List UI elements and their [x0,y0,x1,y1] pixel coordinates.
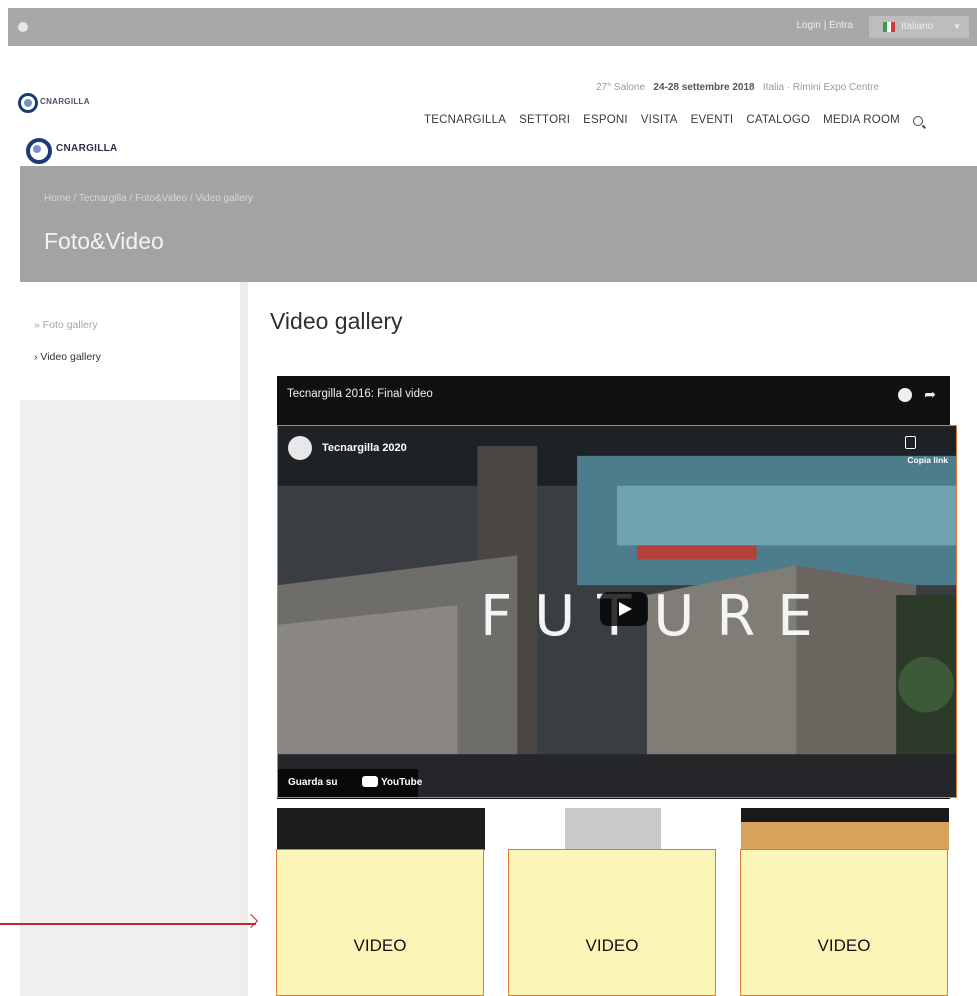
thumbnail-image [565,808,661,850]
column-divider [240,282,248,996]
edition-prefix: 27° Salone [596,82,646,93]
video-overlay-word: FUTURE [480,584,835,649]
sidebar-item-video-gallery[interactable]: › Video gallery [34,351,101,363]
video-placeholder-label: VIDEO [585,936,639,955]
video-thumbnail-card[interactable]: VIDEO [276,808,485,996]
nav-item-tecnargilla[interactable]: TECNARGILLA [424,114,506,130]
logo-mark-icon [18,93,38,113]
nav-item-catalogo[interactable]: CATALOGO [746,114,810,130]
video-embed[interactable]: Tecnargilla 2020 Copia link FUTURE Guard… [277,425,957,798]
menu-dot-icon[interactable] [18,22,28,32]
annotation-arrow-line [0,923,256,925]
site-logo-large[interactable]: CNARGILLA [20,132,154,170]
logo-text: CNARGILLA [56,143,118,154]
play-icon[interactable] [600,592,648,626]
nav-item-media-room[interactable]: MEDIA ROOM [823,114,900,130]
logo-mark-icon [26,138,52,164]
youtube-label: YouTube [381,777,423,788]
sidebar-background [20,400,240,996]
top-utility-bar: Login | Entra Italiano ▼ [8,8,977,46]
language-label: Italiano [901,21,934,32]
site-logo[interactable]: CNARGILLA [18,93,158,115]
nav-item-visita[interactable]: VISITA [641,114,678,130]
section-title: Video gallery [270,308,403,334]
nav-item-eventi[interactable]: EVENTI [691,114,734,130]
video-placeholder[interactable]: VIDEO [508,849,716,996]
channel-avatar[interactable] [288,436,312,460]
thumbnail-strip [741,808,949,850]
share-icon[interactable]: ➦ [924,386,936,403]
chevron-down-icon: ▼ [953,22,961,31]
copy-icon[interactable] [905,436,916,449]
sidebar: » Foto gallery › Video gallery [20,282,240,400]
video-thumbnail-card[interactable]: VIDEO [740,808,949,996]
breadcrumb[interactable]: Home / Tecnargilla / Foto&Video / Video … [44,193,253,204]
logo-text: CNARGILLA [40,97,90,106]
watch-later-icon[interactable] [898,388,912,402]
thumbnail-strip [277,808,485,850]
login-link[interactable]: Login | Entra [796,20,853,31]
video-thumbnail-card[interactable]: VIDEO [508,808,717,996]
main-nav: TECNARGILLA SETTORI ESPONI VISITA EVENTI… [424,114,923,130]
nav-item-esponi[interactable]: ESPONI [583,114,628,130]
video-placeholder-label: VIDEO [817,936,871,955]
italy-flag-icon [883,22,895,32]
sidebar-item-foto-gallery[interactable]: » Foto gallery [34,319,98,331]
thumbnail-strip [509,808,717,850]
video-placeholder[interactable]: VIDEO [740,849,948,996]
youtube-icon [362,776,378,787]
edition-dates: 24-28 settembre 2018 [653,82,755,93]
edition-venue: Italia · Rimini Expo Centre [762,82,880,93]
page-hero: Home / Tecnargilla / Foto&Video / Video … [20,166,977,282]
channel-name[interactable]: Tecnargilla 2020 [322,442,407,454]
language-selector[interactable]: Italiano ▼ [869,16,969,38]
thumbnail-image [741,822,949,850]
page-title: Foto&Video [44,228,164,254]
edition-info: 27° Salone 24-28 settembre 2018 Italia ·… [596,82,879,93]
video-placeholder-label: VIDEO [353,936,407,955]
watch-on-label: Guarda su [288,777,338,788]
search-icon[interactable] [912,116,923,126]
nav-item-settori[interactable]: SETTORI [519,114,570,130]
copy-link-label[interactable]: Copia link [907,455,948,465]
video-title[interactable]: Tecnargilla 2016: Final video [287,388,433,400]
video-placeholder[interactable]: VIDEO [276,849,484,996]
